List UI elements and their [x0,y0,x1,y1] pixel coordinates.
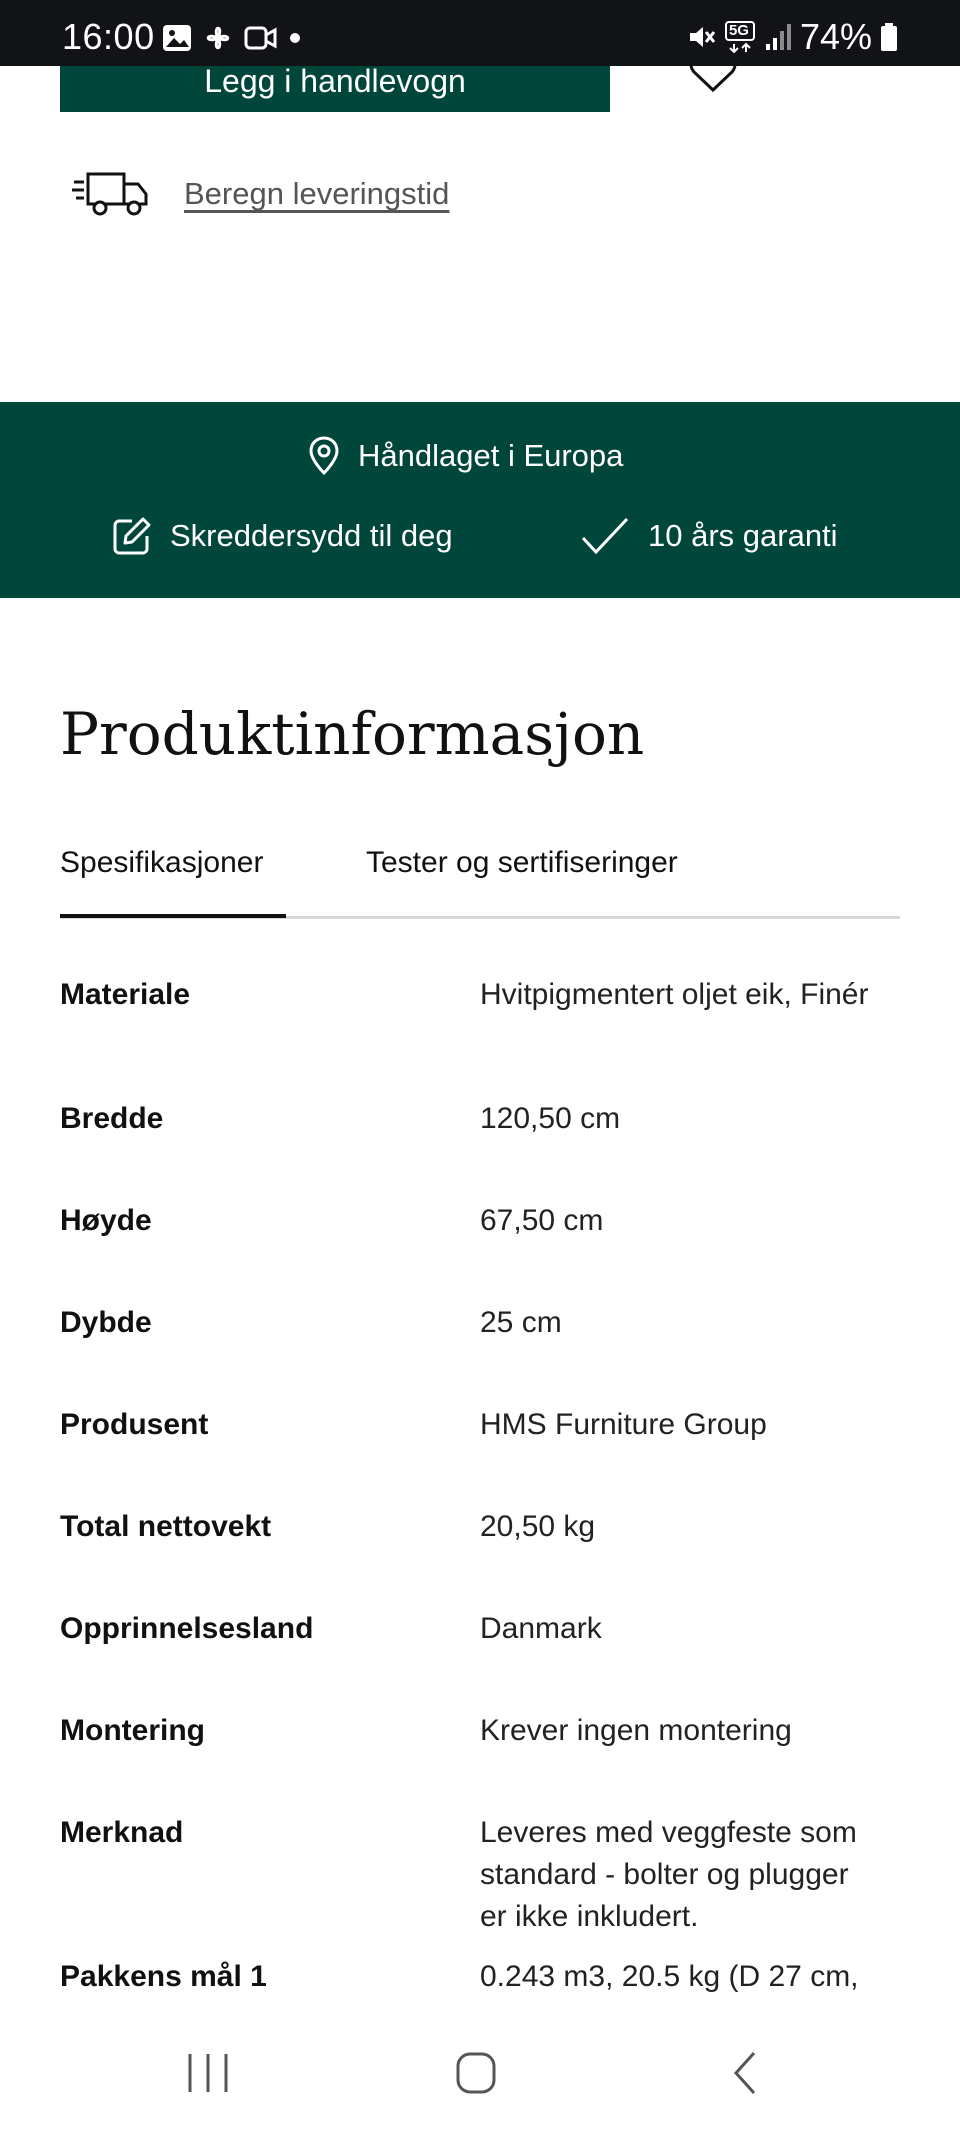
usp-handmade-text: Håndlaget i Europa [358,438,624,473]
status-notification-icons [162,22,302,54]
home-icon [456,2052,496,2094]
recent-apps-icon [188,2054,228,2092]
status-right-icons: 5G 74% [686,16,898,58]
spec-label: Dybde [60,1306,152,1339]
spec-label: Merknad [60,1816,184,1849]
usp-warranty: 10 års garanti [580,516,838,556]
spec-value: Leveres med veggfeste som standard - bol… [480,1816,857,1933]
usp-warranty-text: 10 års garanti [648,518,838,553]
spec-label: Produsent [60,1408,209,1441]
product-page: 16:00 5G 74% Legg i handlevogn Beregn le… [0,0,960,2133]
usp-banner: Håndlaget i Europa Skreddersydd til deg … [0,402,960,598]
image-icon [163,25,191,51]
usp-handmade: Håndlaget i Europa [308,436,623,476]
delivery-truck-icon [72,172,148,216]
battery-percentage: 74% [799,16,872,57]
tab-specifications[interactable]: Spesifikasjoner [60,846,286,918]
edit-icon [113,517,151,555]
back-icon [733,2051,756,2095]
spec-label: Høyde [60,1204,152,1237]
network-badge: 5G [724,21,756,53]
system-navigation-bar [0,2010,960,2133]
spec-value: Hvitpigmentert oljet eik, Finér [480,978,869,1011]
pinwheel-icon [206,26,230,50]
tab-tests-certifications[interactable]: Tester og sertifiseringer [366,846,678,914]
back-button[interactable] [716,2048,776,2098]
spec-label: Montering [60,1714,205,1747]
dot-icon [290,33,300,43]
battery-icon [881,23,897,51]
spec-label: Materiale [60,978,191,1011]
spec-value: 67,50 cm [480,1204,604,1237]
spec-label: Bredde [60,1102,164,1135]
status-time: 16:00 [62,16,155,57]
spec-label: Total nettovekt [60,1510,272,1543]
spec-value: 0.243 m3, 20.5 kg (D 27 cm, [480,1960,859,1993]
spec-value: HMS Furniture Group [480,1408,767,1441]
add-to-cart-label: Legg i handlevogn [204,63,466,99]
product-info-title: Produktinformasjon [60,700,645,768]
status-bar: 16:00 5G 74% [0,0,960,66]
spec-label: Pakkens mål 1 [60,1960,267,1993]
usp-tailored-text: Skreddersydd til deg [170,518,453,553]
spec-value: 20,50 kg [480,1510,596,1543]
spec-value: 25 cm [480,1306,562,1339]
mute-icon [689,27,716,47]
checkmark-icon [581,517,629,555]
spec-value: 120,50 cm [480,1102,621,1135]
spec-label: Opprinnelsesland [60,1612,314,1645]
signal-icon [765,24,791,50]
video-icon [244,26,277,50]
location-pin-icon [309,436,339,476]
recent-apps-button[interactable] [178,2048,238,2098]
delivery-row: Beregn leveringstid [70,170,449,218]
product-info-tabs: Spesifikasjoner Tester og sertifiseringe… [60,846,900,919]
spec-value: Krever ingen montering [480,1714,792,1747]
spec-value: Danmark [480,1612,602,1645]
network-type: 5G [728,22,749,39]
usp-tailored: Skreddersydd til deg [112,516,453,556]
home-button[interactable] [446,2048,506,2098]
delivery-time-link[interactable]: Beregn leveringstid [184,176,449,212]
